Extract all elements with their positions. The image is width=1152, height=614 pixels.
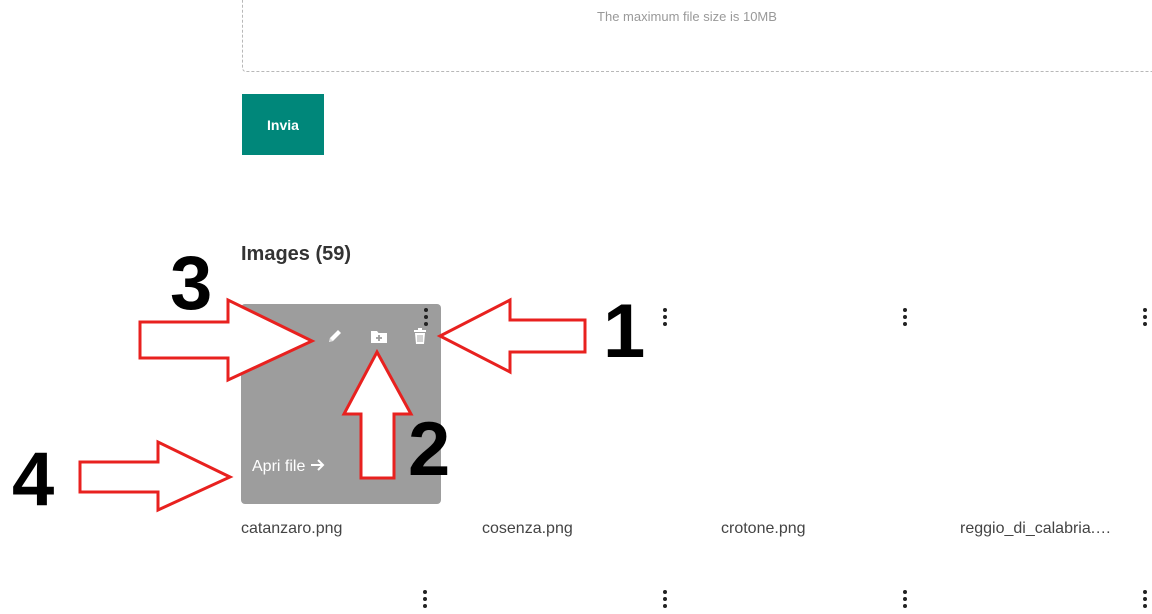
- open-file-link[interactable]: Apri file: [252, 458, 325, 476]
- submit-button[interactable]: Invia: [242, 94, 324, 155]
- open-file-label: Apri file: [252, 458, 306, 475]
- file-name[interactable]: crotone.png: [721, 520, 806, 538]
- step-number-4: 4: [12, 437, 54, 522]
- kebab-menu-icon[interactable]: [1140, 590, 1150, 614]
- step-number-1: 1: [603, 289, 645, 374]
- trash-icon[interactable]: [408, 324, 432, 348]
- kebab-menu-icon[interactable]: [660, 308, 670, 332]
- kebab-menu-icon[interactable]: [420, 590, 430, 614]
- arrow-right-icon: [311, 458, 325, 476]
- kebab-menu-icon[interactable]: [660, 590, 670, 614]
- max-file-size-note: The maximum file size is 10MB: [597, 9, 777, 24]
- arrow-1: [436, 297, 587, 375]
- kebab-menu-icon[interactable]: [1140, 308, 1150, 332]
- arrow-4: [78, 439, 234, 513]
- file-name[interactable]: cosenza.png: [482, 520, 573, 538]
- pencil-icon[interactable]: [323, 324, 347, 348]
- kebab-menu-icon[interactable]: [900, 308, 910, 332]
- file-name[interactable]: catanzaro.png: [241, 520, 342, 538]
- step-number-2: 2: [408, 407, 450, 492]
- file-dropzone[interactable]: The maximum file size is 10MB: [242, 0, 1152, 72]
- step-number-3: 3: [170, 241, 212, 326]
- folder-plus-icon[interactable]: [367, 324, 391, 348]
- kebab-menu-icon[interactable]: [900, 590, 910, 614]
- images-section-title: Images (59): [241, 243, 352, 265]
- file-name[interactable]: reggio_di_calabria.…: [960, 520, 1111, 538]
